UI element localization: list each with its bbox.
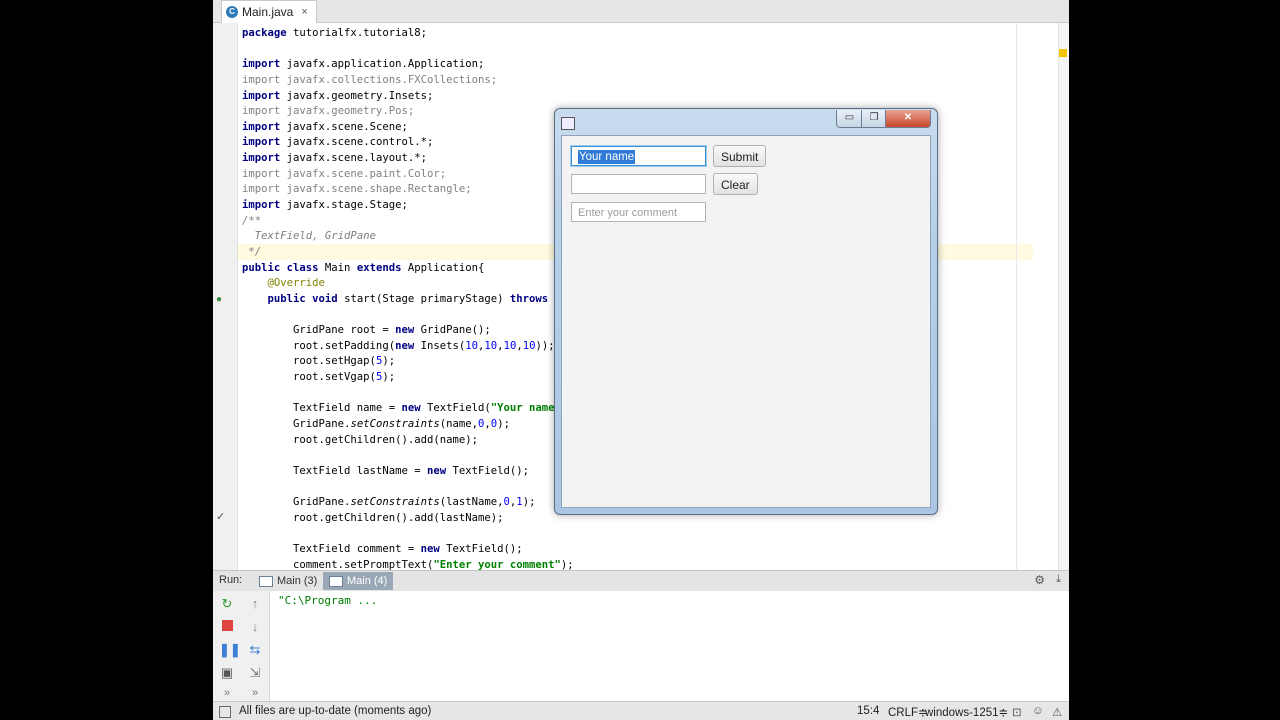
editor-tab-label: Main.java — [242, 5, 294, 19]
editor-gutter: ● ✓ — [213, 23, 238, 570]
run-tab-label: Main (4) — [347, 575, 388, 587]
code-line[interactable]: import javafx.collections.FXCollections; — [242, 73, 1042, 89]
run-tab-main-4[interactable]: Main (4) — [323, 572, 394, 590]
down-arrow-icon[interactable]: ↓ — [247, 619, 263, 635]
settings-gear-icon[interactable]: ⚙ — [1034, 573, 1045, 587]
scroll-to-end-icon[interactable]: ⇲ — [247, 665, 263, 681]
minimize-button[interactable]: ▭ — [836, 110, 863, 128]
more-right-icon[interactable]: » — [247, 685, 263, 701]
name-field-value: Your name — [578, 150, 636, 164]
window-content: Your name Submit Clear Enter your commen… — [561, 135, 931, 508]
inspector-icon[interactable]: ☺ — [1032, 705, 1044, 717]
last-name-field[interactable] — [571, 174, 706, 194]
code-line[interactable] — [242, 42, 1042, 58]
status-bar: All files are up-to-date (moments ago) 1… — [213, 701, 1069, 720]
comment-field[interactable]: Enter your comment — [571, 202, 706, 222]
window-app-icon — [561, 117, 575, 130]
close-tab-icon[interactable]: × — [301, 6, 307, 18]
run-toolbar: Run: Main (3) Main (4) ⚙ ⤓ — [213, 570, 1069, 592]
camera-icon[interactable]: ▣ — [219, 665, 235, 681]
rerun-icon[interactable]: ↻ — [219, 596, 235, 612]
event-log-icon[interactable]: ⚠ — [1052, 705, 1062, 719]
code-line[interactable]: TextField comment = new TextField(); — [242, 542, 1042, 558]
tool-windows-icon[interactable] — [219, 706, 231, 718]
override-icon[interactable]: ● — [216, 294, 222, 305]
console-output[interactable]: "C:\Program ... — [278, 594, 377, 607]
editor-tab-bar: C Main.java × — [213, 0, 1069, 23]
status-message: All files are up-to-date (moments ago) — [239, 705, 432, 717]
up-arrow-icon[interactable]: ↑ — [247, 596, 263, 612]
code-line[interactable]: import javafx.application.Application; — [242, 57, 1042, 73]
pause-icon[interactable]: ❚❚ — [219, 642, 241, 658]
run-tab-label: Main (3) — [277, 575, 318, 587]
java-class-icon: C — [226, 6, 238, 18]
encoding-selector[interactable]: windows-1251≑ — [925, 705, 1008, 719]
fold-check-icon: ✓ — [216, 511, 226, 523]
error-stripe[interactable] — [1058, 23, 1069, 570]
run-panel: ↻ ❚❚ ▣ ↑ ↓ ⇆ ⇲ » » "C:\Program ... — [213, 591, 1069, 701]
stop-icon[interactable] — [219, 619, 235, 635]
code-line[interactable] — [242, 527, 1042, 543]
cursor-position[interactable]: 15:4 — [857, 705, 879, 717]
console-tab-icon — [329, 575, 343, 587]
lock-icon[interactable]: ⊡ — [1012, 705, 1022, 719]
soft-wrap-icon[interactable]: ⇆ — [247, 642, 263, 658]
code-line[interactable]: package tutorialfx.tutorial8; — [242, 26, 1042, 42]
console-tab-icon — [259, 575, 273, 587]
name-field[interactable]: Your name — [571, 146, 706, 166]
maximize-button[interactable]: ❐ — [861, 110, 887, 128]
editor-tab-main-java[interactable]: C Main.java × — [221, 0, 317, 23]
hide-panel-icon[interactable]: ⤓ — [1056, 573, 1061, 586]
code-line[interactable]: import javafx.geometry.Insets; — [242, 89, 1042, 105]
run-side-toolbar: ↻ ❚❚ ▣ ↑ ↓ ⇆ ⇲ » » — [213, 591, 270, 701]
run-tab-main-3[interactable]: Main (3) — [253, 572, 323, 590]
clear-button[interactable]: Clear — [713, 173, 758, 195]
warning-marker-icon[interactable] — [1059, 49, 1067, 57]
more-left-icon[interactable]: » — [219, 685, 235, 701]
line-separator-selector[interactable]: CRLF≑ — [888, 705, 928, 719]
window-title-bar[interactable]: ▭ ❐ ✕ — [555, 109, 937, 137]
run-label: Run: — [219, 574, 243, 586]
submit-button[interactable]: Submit — [713, 145, 767, 167]
javafx-window: ▭ ❐ ✕ Your name Submit Clear Enter your … — [554, 108, 938, 515]
close-window-button[interactable]: ✕ — [885, 110, 931, 128]
